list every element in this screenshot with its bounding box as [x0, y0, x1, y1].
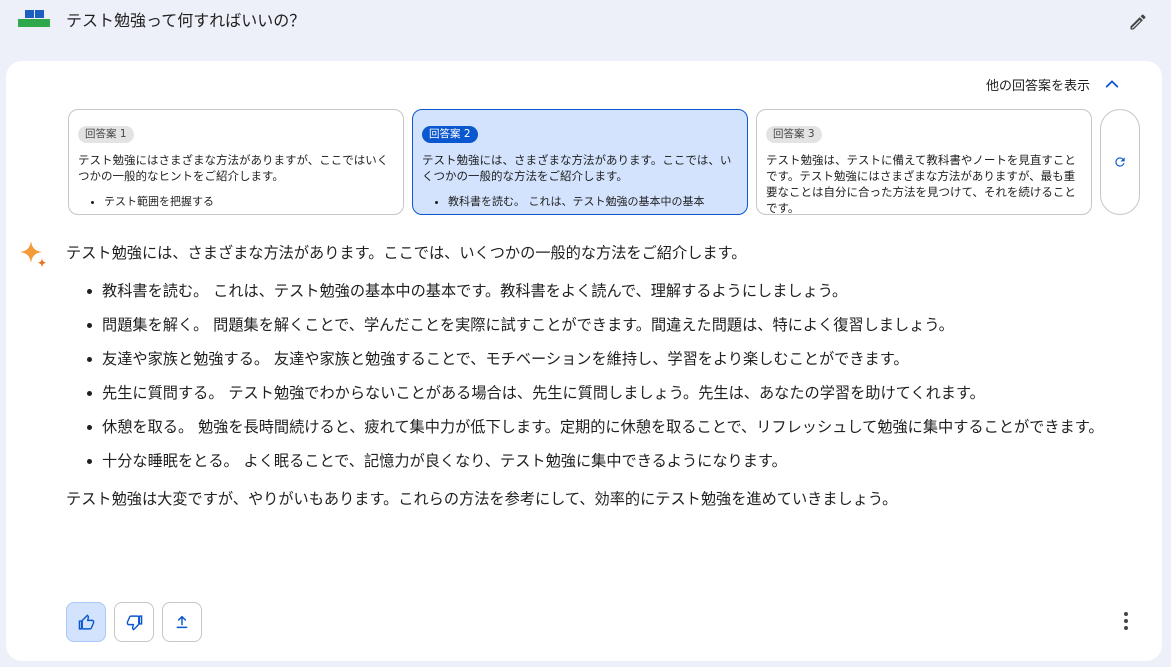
- response-intro: テスト勉強には、さまざまな方法があります。ここでは、いくつかの一般的な方法をご紹…: [66, 244, 747, 262]
- response-list: 教科書を読む。 これは、テスト勉強の基本中の基本です。教科書をよく読んで、理解す…: [66, 279, 1141, 473]
- conversation-title: テスト勉強って何すればいいの？: [66, 11, 306, 30]
- response-list-item: 問題集を解く。 問題集を解くことで、学んだことを実際に試すことができます。間違え…: [66, 313, 1141, 337]
- pencil-icon: [1130, 14, 1146, 30]
- chevron-up-icon: [1105, 80, 1119, 88]
- avatar-brand-bar: [18, 19, 50, 27]
- draft-preview-text: テスト勉強にはさまざまな方法がありますが、ここではいくつかの一般的なヒントをご紹…: [78, 153, 389, 183]
- conversation-header: テスト勉強って何すればいいの？: [0, 0, 1171, 44]
- edit-title-button[interactable]: [1124, 8, 1152, 36]
- user-avatar-icon: [18, 9, 50, 33]
- response-card: 他の回答案を表示 回答案 1 テスト勉強にはさまざまな方法がありますが、ここでは…: [6, 61, 1162, 661]
- response-actions: [66, 602, 202, 642]
- draft-label: 回答案 1: [78, 126, 134, 143]
- draft-card-1[interactable]: 回答案 1 テスト勉強にはさまざまな方法がありますが、ここではいくつかの一般的な…: [68, 109, 404, 215]
- draft-label: 回答案 3: [766, 126, 822, 143]
- more-options-button[interactable]: [1114, 609, 1138, 633]
- draft-label: 回答案 2: [422, 126, 478, 143]
- draft-preview-text: テスト勉強には、さまざまな方法があります。ここでは、いくつかの一般的な方法をご紹…: [422, 153, 732, 183]
- thumbs-down-icon: [126, 614, 142, 631]
- response-list-item: 友達や家族と勉強する。 友達や家族と勉強することで、モチベーションを維持し、学習…: [66, 347, 1141, 371]
- thumbs-up-button[interactable]: [66, 602, 106, 642]
- show-drafts-label: 他の回答案を表示: [986, 78, 1091, 94]
- refresh-icon: [1115, 157, 1125, 167]
- response-outro: テスト勉強は大変ですが、やりがいもあります。これらの方法を参考にして、効率的にテ…: [66, 490, 898, 508]
- thumbs-up-icon: [78, 613, 94, 630]
- assistant-sparkle-icon: [20, 241, 47, 268]
- response-list-item: 休憩を取る。 勉強を長時間続けると、疲れて集中力が低下します。定期的に休憩を取る…: [66, 415, 1141, 439]
- response-body: テスト勉強には、さまざまな方法があります。ここでは、いくつかの一般的な方法をご紹…: [66, 241, 1141, 511]
- share-button[interactable]: [162, 602, 202, 642]
- avatar-blocks: [24, 10, 44, 18]
- draft-preview-bullet: 教科書を読む。 これは、テスト勉強の基本中の基本: [448, 194, 738, 210]
- show-drafts-toggle[interactable]: 他の回答案を表示: [986, 73, 1120, 95]
- response-list-item: 先生に質問する。 テスト勉強でわからないことがある場合は、先生に質問しましょう。…: [66, 381, 1141, 405]
- draft-card-2[interactable]: 回答案 2 テスト勉強には、さまざまな方法があります。ここでは、いくつかの一般的…: [412, 109, 748, 215]
- regenerate-drafts-button[interactable]: [1100, 109, 1140, 215]
- draft-preview-text: テスト勉強は、テストに備えて教科書やノートを見直すことです。テスト勉強にはさまざ…: [766, 153, 1076, 215]
- share-icon: [176, 615, 188, 629]
- thumbs-down-button[interactable]: [114, 602, 154, 642]
- drafts-row: 回答案 1 テスト勉強にはさまざまな方法がありますが、ここではいくつかの一般的な…: [68, 109, 1140, 215]
- response-list-item: 十分な睡眠をとる。 よく眠ることで、記憶力が良くなり、テスト勉強に集中できるよう…: [66, 449, 1141, 473]
- more-vert-icon: [1124, 612, 1128, 630]
- draft-preview-bullet: テスト範囲を把握する: [104, 194, 394, 210]
- draft-card-3[interactable]: 回答案 3 テスト勉強は、テストに備えて教科書やノートを見直すことです。テスト勉…: [756, 109, 1092, 215]
- response-list-item: 教科書を読む。 これは、テスト勉強の基本中の基本です。教科書をよく読んで、理解す…: [66, 279, 1141, 303]
